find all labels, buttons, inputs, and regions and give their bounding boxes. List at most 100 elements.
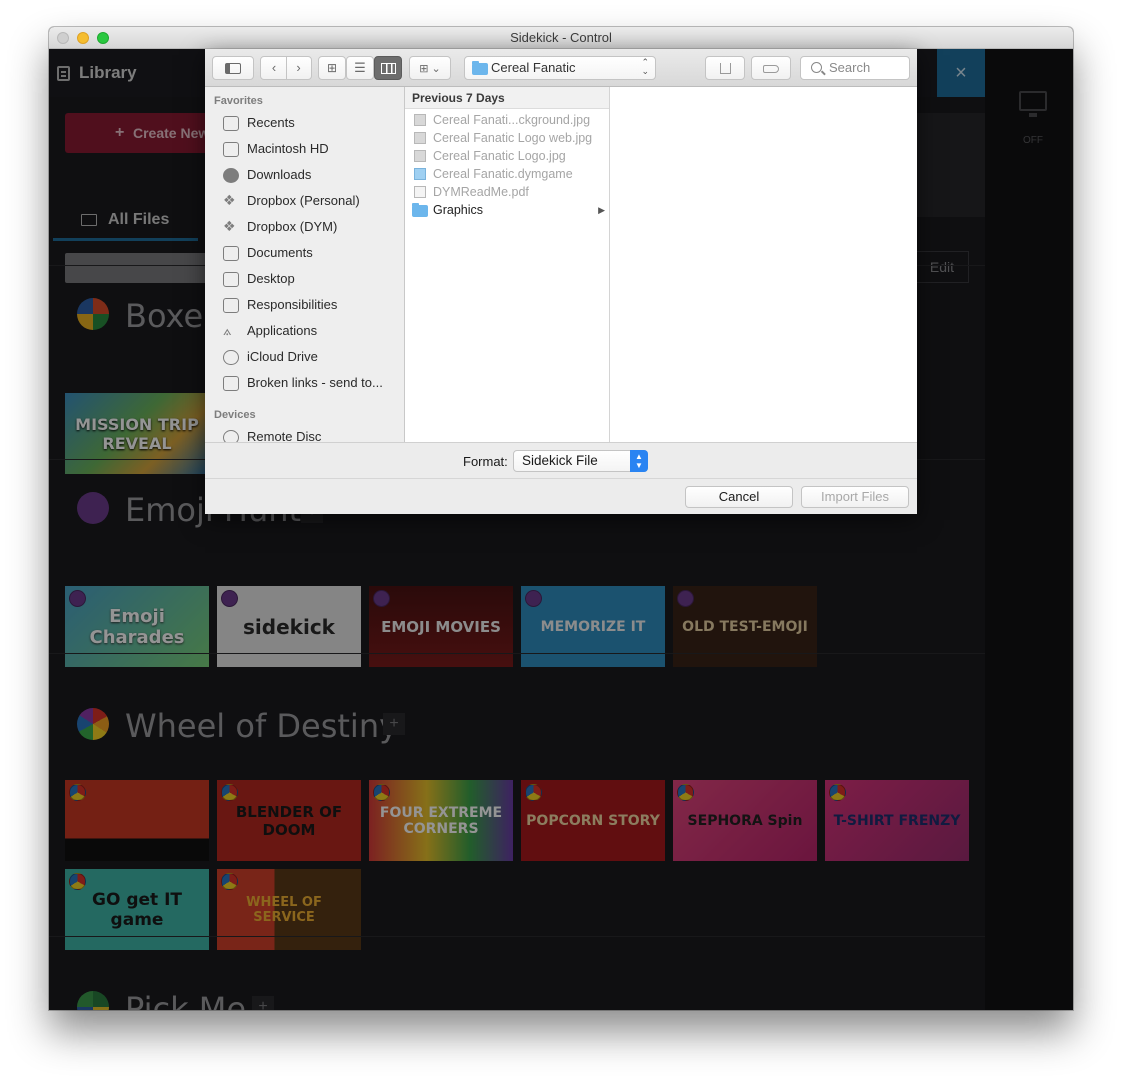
folder-icon	[223, 376, 239, 391]
folder-icon	[412, 203, 428, 217]
image-file-icon	[414, 132, 426, 144]
back-forward-buttons[interactable]: ‹ ›	[260, 56, 312, 80]
sidebar-item-macintosh-hd[interactable]: Macintosh HD	[205, 137, 404, 163]
preview-column	[610, 87, 917, 442]
sidebar-item-desktop[interactable]: Desktop	[205, 267, 404, 293]
sidebar-item-recents[interactable]: Recents	[205, 111, 404, 137]
file-name: Cereal Fanatic Logo.jpg	[433, 149, 566, 163]
sidebar-toggle-button[interactable]	[212, 56, 254, 80]
hard-drive-icon	[223, 142, 239, 157]
window-close-button[interactable]	[57, 32, 69, 44]
arrange-icon: ⊞ ⌄	[419, 63, 441, 75]
sidebar-item-label: Dropbox (Personal)	[247, 193, 360, 208]
cloud-icon	[223, 350, 239, 365]
document-icon	[223, 246, 239, 261]
search-icon	[811, 62, 822, 73]
search-input[interactable]: Search	[800, 56, 910, 80]
tags-button[interactable]	[751, 56, 791, 80]
sidebar-item-responsibilities[interactable]: Responsibilities	[205, 293, 404, 319]
sidebar-header-favorites: Favorites	[214, 95, 263, 107]
sidebar-item-label: Documents	[247, 245, 313, 260]
sidebar-item-applications[interactable]: ⟑ Applications	[205, 319, 404, 345]
window-zoom-button[interactable]	[97, 32, 109, 44]
sidebar-item-label: Desktop	[247, 271, 295, 286]
title-bar: Sidekick - Control	[49, 27, 1073, 49]
sidebar-item-remote-disc[interactable]: Remote Disc	[205, 425, 404, 442]
sidebar-icon	[225, 63, 241, 75]
sidebar-item-label: Dropbox (DYM)	[247, 219, 338, 234]
file-row: DYMReadMe.pdf	[405, 183, 609, 201]
game-file-icon	[414, 168, 426, 180]
tag-icon	[763, 64, 779, 73]
format-label: Format:	[463, 454, 508, 469]
format-select[interactable]: Sidekick File ▲ ▼	[513, 450, 648, 472]
list-icon: ☰	[354, 60, 366, 75]
format-bar: Format: Sidekick File ▲ ▼	[205, 442, 917, 478]
sidebar-item-documents[interactable]: Documents	[205, 241, 404, 267]
cancel-button[interactable]: Cancel	[685, 486, 793, 508]
pdf-file-icon	[414, 186, 426, 198]
dropbox-icon: ❖	[223, 218, 236, 234]
file-row: Cereal Fanatic Logo web.jpg	[405, 129, 609, 147]
sidebar-item-label: Broken links - send to...	[247, 375, 383, 390]
download-icon	[223, 168, 239, 183]
import-files-button[interactable]: Import Files	[801, 486, 909, 508]
window-title: Sidekick - Control	[510, 30, 612, 45]
format-value: Sidekick File	[522, 453, 598, 468]
recents-icon	[223, 116, 239, 131]
columns-icon	[380, 63, 396, 75]
file-row: Cereal Fanatic Logo.jpg	[405, 147, 609, 165]
arrange-button[interactable]: ⊞ ⌄	[409, 56, 451, 80]
share-button[interactable]	[705, 56, 745, 80]
search-placeholder: Search	[829, 60, 871, 75]
folder-icon	[223, 298, 239, 313]
sidebar-item-label: Remote Disc	[247, 429, 322, 442]
sidebar-item-dropbox-dym[interactable]: ❖ Dropbox (DYM)	[205, 215, 404, 241]
applications-icon: ⟑	[223, 322, 232, 338]
image-file-icon	[414, 114, 426, 126]
view-columns-button[interactable]	[374, 56, 402, 80]
file-name: Cereal Fanatic.dymgame	[433, 167, 573, 181]
back-icon[interactable]: ‹	[262, 57, 286, 79]
forward-icon[interactable]: ›	[286, 57, 310, 79]
finder-sidebar: Favorites Recents Macintosh HD Downloads…	[205, 87, 405, 442]
desktop-icon	[223, 272, 239, 287]
sidebar-item-broken-links[interactable]: Broken links - send to...	[205, 371, 404, 397]
sidebar-header-devices: Devices	[214, 409, 256, 421]
sidebar-item-icloud-drive[interactable]: iCloud Drive	[205, 345, 404, 371]
button-bar: Cancel Import Files	[205, 478, 917, 514]
folder-icon	[472, 61, 488, 75]
import-files-sheet: ‹ › ⊞ ☰ ⊞ ⌄ Cereal Fanatic ⌃ ⌄ Search Fa…	[205, 49, 917, 514]
sidebar-item-label: Downloads	[247, 167, 312, 182]
file-row: Cereal Fanatic.dymgame	[405, 165, 609, 183]
view-list-button[interactable]: ☰	[346, 56, 374, 80]
disclosure-arrow-icon: ▶	[598, 205, 605, 215]
browser-column: Previous 7 Days Cereal Fanati...ckground…	[405, 87, 610, 442]
sidebar-item-dropbox-personal[interactable]: ❖ Dropbox (Personal)	[205, 189, 404, 215]
location-label: Cereal Fanatic	[491, 60, 576, 75]
disc-icon	[223, 430, 239, 442]
image-file-icon	[414, 150, 426, 162]
popup-arrows-icon: ▲ ▼	[630, 450, 648, 472]
share-icon	[719, 63, 731, 75]
app-window: Sidekick - Control Library × + Create Ne…	[49, 27, 1073, 1010]
file-name: Cereal Fanati...ckground.jpg	[433, 113, 591, 127]
column-header: Previous 7 Days	[405, 87, 609, 109]
view-icons-button[interactable]: ⊞	[318, 56, 346, 80]
sidebar-item-label: Applications	[247, 323, 318, 338]
grid-icon: ⊞	[326, 61, 338, 75]
location-popup[interactable]: Cereal Fanatic ⌃ ⌄	[464, 56, 656, 80]
app-content: Library × + Create New All Files Edit Bo…	[49, 49, 1073, 1010]
sheet-toolbar: ‹ › ⊞ ☰ ⊞ ⌄ Cereal Fanatic ⌃ ⌄ Search	[205, 49, 917, 87]
sidebar-item-label: Recents	[247, 115, 295, 130]
file-row: Cereal Fanati...ckground.jpg	[405, 111, 609, 129]
folder-row-graphics[interactable]: Graphics ▶	[405, 201, 609, 219]
window-minimize-button[interactable]	[77, 32, 89, 44]
file-name: DYMReadMe.pdf	[433, 185, 529, 199]
sidebar-item-label: iCloud Drive	[247, 349, 318, 364]
sidebar-item-label: Macintosh HD	[247, 141, 329, 156]
dropbox-icon: ❖	[223, 192, 236, 208]
file-name: Cereal Fanatic Logo web.jpg	[433, 131, 593, 145]
sidebar-item-downloads[interactable]: Downloads	[205, 163, 404, 189]
file-name: Graphics	[433, 203, 484, 217]
